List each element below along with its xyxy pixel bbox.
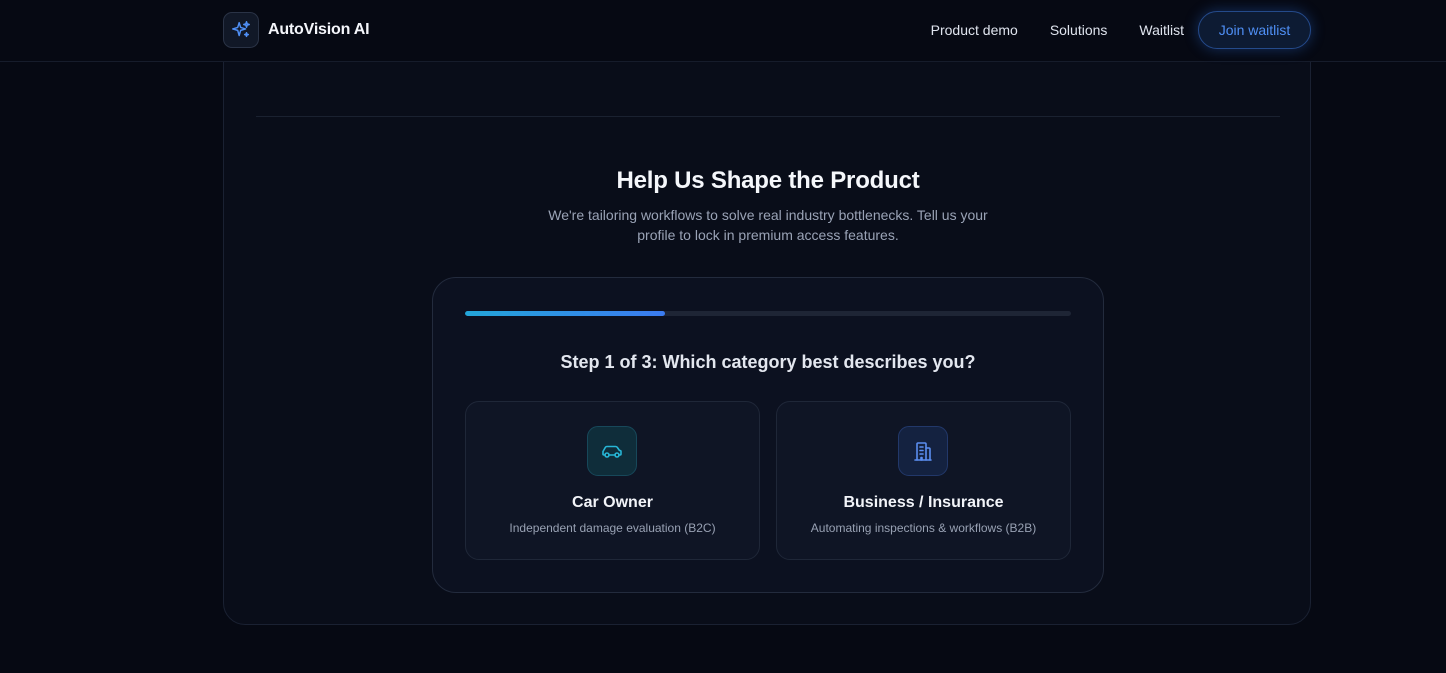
top-nav-bar: AutoVision AI Product demo Solutions Wai… — [0, 0, 1446, 62]
nav-link-product-demo[interactable]: Product demo — [931, 22, 1018, 38]
page: AutoVision AI Product demo Solutions Wai… — [0, 0, 1446, 673]
building-icon — [898, 426, 948, 476]
survey-question: Step 1 of 3: Which category best describ… — [560, 352, 976, 372]
option-title: Business / Insurance — [843, 494, 1004, 511]
option-description: Independent damage evaluation (B2C) — [509, 521, 716, 535]
option-title: Car Owner — [572, 494, 653, 511]
join-waitlist-button[interactable]: Join waitlist — [1198, 11, 1311, 49]
car-icon — [587, 426, 637, 476]
main-card: Help Us Shape the Product We're tailorin… — [223, 40, 1311, 625]
sparkles-icon — [223, 12, 259, 48]
survey-card: Step 1 of 3: Which category best describ… — [432, 277, 1104, 593]
page-subtitle: We're tailoring workflows to solve real … — [548, 207, 988, 243]
brand-name: AutoVision AI — [268, 21, 370, 38]
option-business-insurance[interactable]: Business / Insurance Automating inspecti… — [776, 401, 1071, 560]
progress-bar — [465, 311, 1071, 316]
divider — [256, 116, 1280, 117]
nav-link-waitlist[interactable]: Waitlist — [1139, 22, 1184, 38]
brand-logo[interactable]: AutoVision AI — [223, 12, 370, 48]
main-nav: Product demo Solutions Waitlist — [931, 10, 1184, 50]
option-car-owner[interactable]: Car Owner Independent damage evaluation … — [465, 401, 760, 560]
progress-fill — [465, 311, 665, 316]
nav-link-solutions[interactable]: Solutions — [1050, 22, 1108, 38]
page-title: Help Us Shape the Product — [616, 167, 920, 194]
option-description: Automating inspections & workflows (B2B) — [810, 521, 1037, 535]
